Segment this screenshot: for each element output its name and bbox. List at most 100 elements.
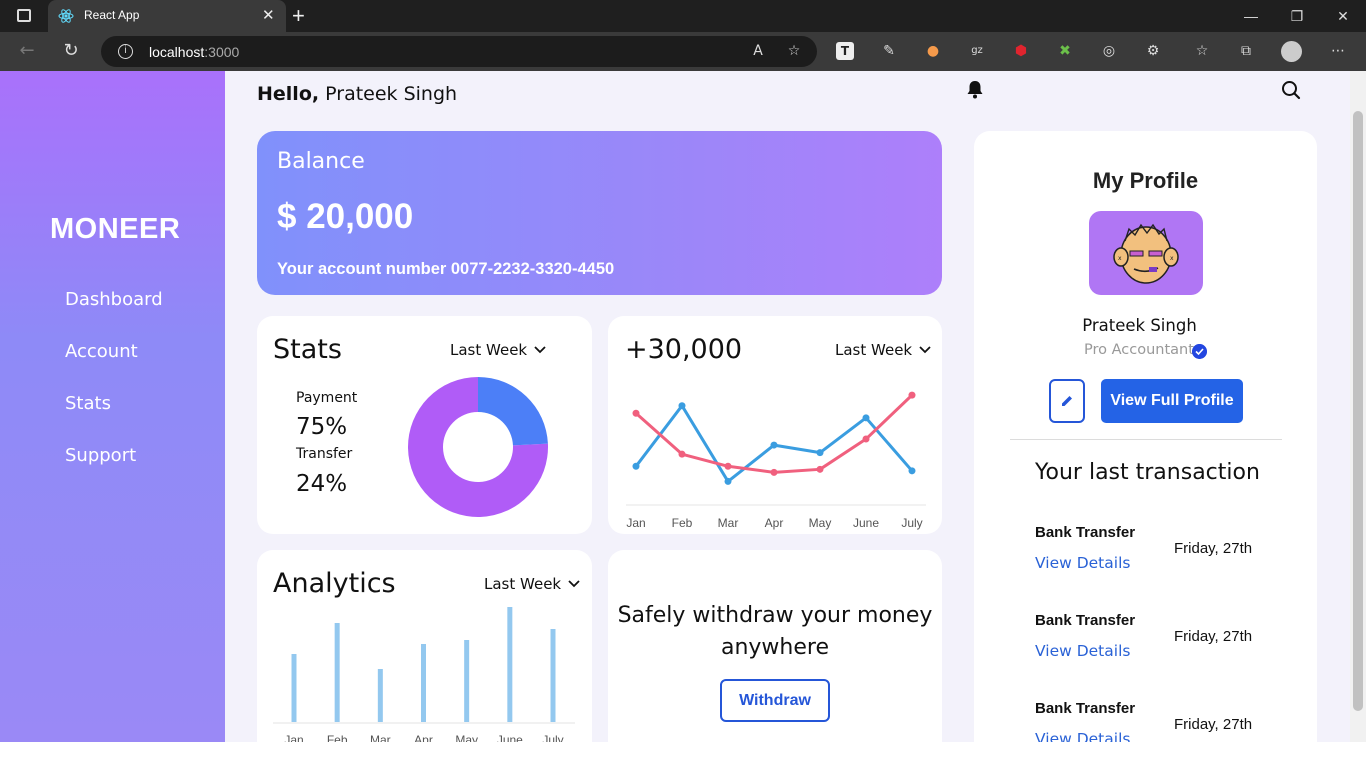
close-window-icon[interactable]: ✕ [1320,0,1366,32]
window-bottom-edge [0,742,1366,766]
donut-chart [408,377,548,517]
url-host: localhost [149,44,205,60]
edit-profile-button[interactable] [1049,379,1085,423]
extension-shield-icon[interactable]: ⬢ [1012,42,1030,60]
trend-title: +30,000 [625,334,743,365]
sidebar-item-dashboard[interactable]: Dashboard [65,289,163,310]
bell-icon[interactable] [966,80,984,100]
back-icon[interactable]: ← [18,42,36,60]
x-tick-label: Mar [370,733,391,742]
tab-actions-icon[interactable] [17,9,31,22]
extension-pen-icon[interactable]: ✎ [880,42,898,60]
minimize-icon[interactable]: — [1228,0,1274,32]
trend-period-dropdown[interactable]: Last Week [835,341,932,359]
search-icon[interactable] [1281,80,1301,100]
x-tick-label: May [455,733,478,742]
transaction-name: Bank Transfer [1035,612,1136,629]
payment-label: Payment [296,390,358,406]
extension-t-icon[interactable]: T [836,42,854,60]
donut-slice-transfer [478,377,548,446]
transactions-title: Your last transaction [1035,460,1260,485]
divider [1010,439,1282,440]
app-page: MONEER Dashboard Account Stats Support H… [0,71,1366,742]
line-series-pink-point [862,435,870,443]
bar [377,669,383,722]
extensions-icon[interactable]: ⚙ [1144,42,1162,60]
extension-tools-icon[interactable]: ✖ [1056,42,1074,60]
favorite-add-icon[interactable]: ☆ [785,42,803,60]
stats-period-label: Last Week [450,341,528,359]
pencil-icon [1062,396,1072,406]
react-logo-icon [58,9,74,23]
view-details-link[interactable]: View Details [1035,554,1130,572]
withdraw-text: Safely withdraw your money anywhere [617,603,933,660]
x-tick-label: Jan [284,733,303,742]
view-full-profile-button[interactable]: View Full Profile [1101,379,1243,423]
analytics-period-dropdown[interactable]: Last Week [484,575,581,593]
bar-chart: Jan Feb Mar Apr May June July [273,607,575,742]
cartoon-face-avatar-icon: x x [1113,223,1179,284]
analytics-title: Analytics [273,568,396,599]
favorites-icon[interactable]: ☆ [1193,42,1211,60]
collections-icon[interactable]: ⧉ [1237,42,1255,60]
transaction-date: Friday, 27th [1174,628,1253,645]
scrollbar-thumb[interactable] [1353,111,1363,711]
page-scrollbar[interactable] [1350,71,1366,742]
bar [507,607,513,722]
restore-icon[interactable]: ❐ [1274,0,1320,32]
profile-card: My Profile x x Prateek Singh Pro Account… [974,131,1317,742]
x-tick-label: June [853,516,879,530]
x-tick-label: July [901,516,922,530]
withdraw-button[interactable]: Withdraw [720,679,830,722]
balance-title: Balance [277,149,365,174]
stats-title: Stats [273,334,342,365]
sidebar-item-account[interactable]: Account [65,341,138,362]
svg-text:x: x [1170,255,1174,262]
analytics-period-label: Last Week [484,575,562,593]
line-series-blue-point [908,467,916,475]
bar [334,623,340,722]
analytics-card: Analytics Last Week Jan Feb Mar Apr May June J… [257,550,592,742]
tab-title: React App [84,8,140,22]
x-tick-label: May [809,516,832,530]
stats-period-dropdown[interactable]: Last Week [450,341,547,359]
profile-name: Prateek Singh [1082,316,1197,335]
line-series-blue-point [862,414,870,422]
payment-value: 75% [296,414,348,440]
line-series-blue-point [816,449,824,457]
account-number: Your account number 0077-2232-3320-4450 [277,260,615,278]
line-series-blue-point [724,477,732,485]
extension-target-icon[interactable]: ◎ [1100,42,1118,60]
x-tick-label: Apr [414,733,433,742]
x-tick-label: Jan [626,516,645,530]
extension-gzip-icon[interactable]: gz [968,42,986,60]
sidebar-item-stats[interactable]: Stats [65,393,111,414]
sidebar-item-support[interactable]: Support [65,445,136,466]
x-tick-label: Feb [327,733,348,742]
extension-capsule-icon[interactable]: ● [924,42,942,60]
new-tab-icon[interactable]: + [292,3,305,29]
x-tick-label: July [542,733,563,742]
withdraw-card: Safely withdraw your money anywhere With… [608,550,942,742]
more-menu-icon[interactable]: ⋯ [1329,42,1347,60]
site-info-icon[interactable]: i [118,44,133,59]
verified-badge-icon [1192,344,1207,359]
line-series-pink-point [816,465,824,473]
view-details-link[interactable]: View Details [1035,642,1130,660]
url-port: :3000 [204,44,240,60]
close-tab-icon[interactable]: ✕ [262,6,275,24]
address-bar[interactable]: i localhost:3000 A ☆ [101,36,817,67]
line-series-pink-point [770,468,778,476]
browser-tab[interactable]: React App ✕ [48,0,286,32]
greeting-label: Hello, [257,83,320,105]
refresh-icon[interactable]: ↻ [62,42,80,60]
svg-text:x: x [1118,255,1122,262]
line-series-pink-point [908,391,916,399]
read-aloud-icon[interactable]: A [749,42,767,60]
profile-avatar-icon[interactable] [1281,41,1302,62]
balance-amount: $ 20,000 [277,197,414,236]
x-tick-label: Feb [672,516,693,530]
line-chart: Jan Feb Mar Apr May June July [626,391,926,530]
view-details-link[interactable]: View Details [1035,730,1130,742]
line-series-pink [635,394,914,474]
